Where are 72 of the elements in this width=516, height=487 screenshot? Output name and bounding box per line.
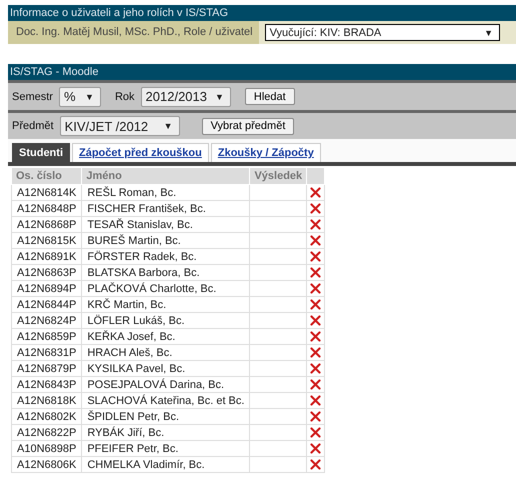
table-cell: A12N6894P — [12, 280, 82, 296]
table-cell: A12N6824P — [12, 312, 82, 328]
delete-icon[interactable] — [310, 235, 322, 246]
delete-icon[interactable] — [310, 379, 322, 390]
table-cell: A12N6806K — [12, 456, 82, 472]
column-header: Os. číslo — [12, 168, 82, 184]
table-cell: A12N6843P — [12, 376, 82, 392]
table-cell: REŠL Roman, Bc. — [82, 184, 250, 200]
delete-icon[interactable] — [310, 427, 322, 438]
delete-icon[interactable] — [310, 203, 322, 214]
table-cell: KRČ Martin, Bc. — [82, 296, 250, 312]
table-cell: A12N6822P — [12, 424, 82, 440]
delete-icon[interactable] — [310, 219, 322, 230]
table-cell: A12N6863P — [12, 264, 82, 280]
table-cell: A12N6859P — [12, 328, 82, 344]
subject-select[interactable]: KIV/JET /2012 ▼ — [60, 116, 180, 136]
delete-icon[interactable] — [310, 283, 322, 294]
delete-icon[interactable] — [310, 299, 322, 310]
filter-label: Rok — [114, 90, 135, 102]
search-button[interactable]: Hledat — [244, 88, 295, 105]
column-header: Jméno — [82, 168, 250, 184]
delete-icon[interactable] — [310, 459, 322, 470]
delete-icon[interactable] — [310, 443, 322, 454]
table-cell: A12N6815K — [12, 232, 82, 248]
table-cell: FÖRSTER Radek, Bc. — [82, 248, 250, 264]
table-cell: CHMELKA Vladimír, Bc. — [82, 456, 250, 472]
delete-icon[interactable] — [310, 331, 322, 342]
table-cell: PFEIFER Petr, Bc. — [82, 440, 250, 456]
tab[interactable]: Zkoušky / Zápočty — [210, 143, 321, 162]
user-label: Doc. Ing. Matěj Musil, MSc. PhD., Role / uživatel — [15, 25, 254, 40]
table-cell: A12N6802K — [12, 408, 82, 424]
table-cell: A12N6831P — [12, 344, 82, 360]
table-cell: FISCHER František, Bc. — [82, 200, 250, 216]
filter-label: Semestr — [12, 90, 53, 102]
table-cell: A12N6844P — [12, 296, 82, 312]
delete-icon[interactable] — [310, 251, 322, 262]
panel-title: Informace o uživateli a jeho rolích v IS/STAG — [8, 5, 516, 21]
delete-icon[interactable] — [310, 267, 322, 278]
table-cell: HRACH Aleš, Bc. — [82, 344, 250, 360]
table-cell: BLATSKA Barbora, Bc. — [82, 264, 250, 280]
table-cell: A12N6868P — [12, 216, 82, 232]
table-cell: A12N6818K — [12, 392, 82, 408]
delete-icon[interactable] — [310, 363, 322, 374]
table-cell: LÖFLER Lukáš, Bc. — [82, 312, 250, 328]
table-cell: TESAŘ Stanislav, Bc. — [82, 216, 250, 232]
table-cell: A12N6848P — [12, 200, 82, 216]
table-cell: PLAČKOVÁ Charlotte, Bc. — [82, 280, 250, 296]
column-header: Výsledek — [250, 168, 307, 184]
delete-icon[interactable] — [310, 411, 322, 422]
filter-select[interactable]: % ▼ — [58, 86, 101, 106]
panel-title: IS/STAG - Moodle — [8, 64, 516, 80]
table-cell: POSEJPALOVÁ Darina, Bc. — [82, 376, 250, 392]
tab[interactable]: Zápočet před zkouškou — [72, 143, 209, 162]
table-cell: A10N6898P — [12, 440, 82, 456]
delete-icon[interactable] — [310, 395, 322, 406]
table-cell: RYBÁK Jiří, Bc. — [82, 424, 250, 440]
role-select[interactable]: Vyučující: KIV: BRADA ▼ — [264, 24, 500, 41]
select-subject-button[interactable]: Vybrat předmět — [202, 118, 294, 134]
table-cell: KEŘKA Josef, Bc. — [82, 328, 250, 344]
table-cell: A12N6814K — [12, 184, 82, 200]
table-cell: BUREŠ Martin, Bc. — [82, 232, 250, 248]
subject-label: Předmět — [12, 120, 54, 132]
table-cell: KYSILKA Pavel, Bc. — [82, 360, 250, 376]
delete-icon[interactable] — [310, 315, 322, 326]
filter-select[interactable]: 2012/2013 ▼ — [140, 86, 231, 106]
delete-icon[interactable] — [310, 347, 322, 358]
tab[interactable]: Studenti — [12, 143, 70, 162]
table-cell: A12N6891K — [12, 248, 82, 264]
delete-icon[interactable] — [310, 187, 322, 198]
table-cell: ŠPIDLEN Petr, Bc. — [82, 408, 250, 424]
table-cell: A12N6879P — [12, 360, 82, 376]
table-cell: SLACHOVÁ Kateřina, Bc. et Bc. — [82, 392, 250, 408]
